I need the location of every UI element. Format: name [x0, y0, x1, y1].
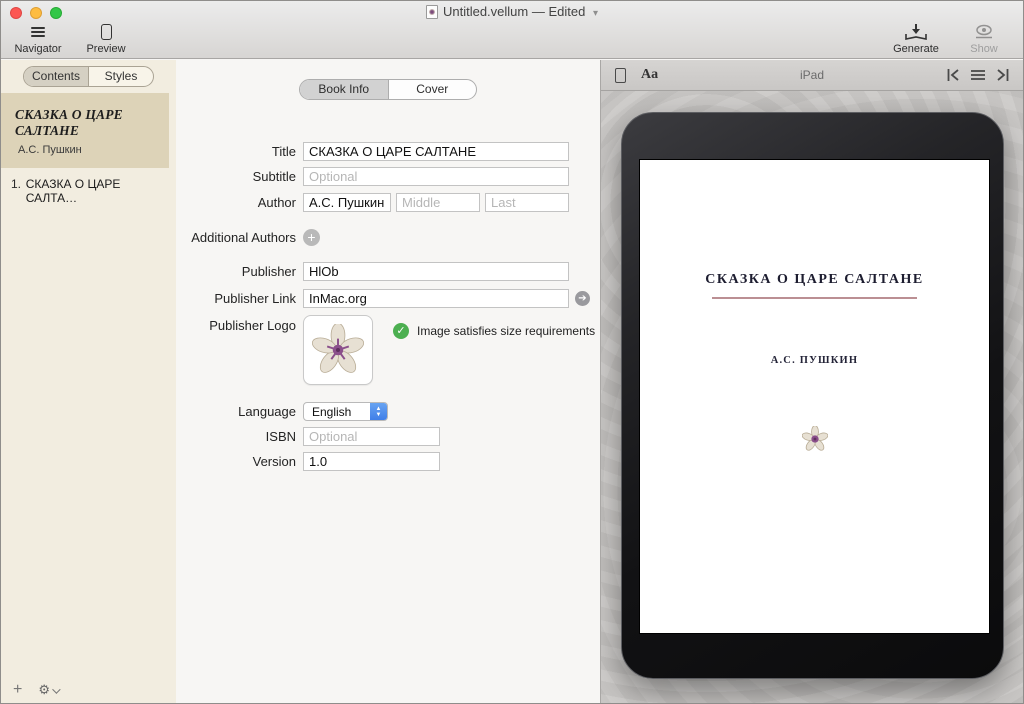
- title-label: Title: [176, 144, 296, 159]
- publisher-label: Publisher: [176, 264, 296, 279]
- publisher-logo-label: Publisher Logo: [176, 315, 296, 333]
- tab-contents[interactable]: Contents: [24, 67, 88, 86]
- titlebar-toolbar: Untitled.vellum — Edited ▾ Navigator Pre…: [1, 1, 1023, 59]
- document-icon: [426, 5, 438, 19]
- cover-title: СКАЗКА О ЦАРЕ САЛТАНЕ: [640, 160, 989, 288]
- logo-status: ✓ Image satisfies size requirements: [393, 323, 595, 339]
- window-title-filename: Untitled.vellum: [443, 4, 528, 19]
- sidebar-book-author: А.С. Пушкин: [18, 144, 159, 156]
- main-content: Contents Styles СКАЗКА О ЦАРЕ САЛТАНЕ А.…: [1, 60, 1023, 703]
- author-first-input[interactable]: [303, 193, 391, 212]
- cover-title-rule: [712, 297, 917, 299]
- check-circle-icon: ✓: [393, 323, 409, 339]
- publisher-input[interactable]: [303, 262, 569, 281]
- navigator-icon: [31, 25, 45, 39]
- window-title: Untitled.vellum — Edited ▾: [1, 4, 1023, 19]
- language-value: English: [304, 405, 370, 419]
- tab-styles[interactable]: Styles: [88, 67, 153, 86]
- popup-stepper-icon: ▲▼: [370, 402, 387, 421]
- version-input[interactable]: [303, 452, 440, 471]
- cover-author: А.С. ПУШКИН: [640, 355, 989, 366]
- skip-to-end-icon[interactable]: [996, 69, 1009, 81]
- window-title-status[interactable]: Edited: [548, 4, 585, 19]
- preview-icon: [101, 24, 112, 40]
- sidebar-chapter-item[interactable]: 1. СКАЗКА О ЦАРЕ САЛТА…: [1, 168, 169, 214]
- generate-label: Generate: [893, 43, 939, 55]
- title-input[interactable]: [303, 142, 569, 161]
- author-last-input[interactable]: [485, 193, 569, 212]
- navigator-button[interactable]: Navigator: [9, 23, 67, 55]
- subtitle-input[interactable]: [303, 167, 569, 186]
- arrow-right-icon: ➔: [578, 293, 586, 304]
- bookinfo-cover-segmented-control: Book Info Cover: [299, 79, 477, 100]
- generate-book-arrow-icon: [905, 24, 927, 41]
- sidebar-tab-strip: Contents Styles: [1, 60, 176, 93]
- preview-label: Preview: [86, 43, 125, 55]
- add-author-button[interactable]: +: [303, 229, 320, 246]
- chapter-number: 1.: [11, 177, 26, 205]
- preview-toolbar: Aa iPad: [601, 60, 1023, 91]
- logo-status-text: Image satisfies size requirements: [417, 324, 595, 338]
- book-info-panel: Book Info Cover Title Subtitle Author Ad…: [176, 60, 601, 703]
- chapter-title: СКАЗКА О ЦАРЕ САЛТА…: [26, 177, 163, 205]
- plus-icon: +: [307, 229, 315, 245]
- tab-book-info[interactable]: Book Info: [300, 80, 388, 99]
- preview-button[interactable]: Preview: [77, 23, 135, 55]
- author-middle-input[interactable]: [396, 193, 480, 212]
- publisher-logo-well[interactable]: [303, 315, 373, 385]
- sidebar-book-header[interactable]: СКАЗКА О ЦАРЕ САЛТАНЕ А.С. Пушкин: [1, 93, 169, 168]
- chapter-actions-button[interactable]: ⚙: [38, 681, 58, 699]
- subtitle-label: Subtitle: [176, 169, 296, 184]
- show-button[interactable]: Show: [955, 23, 1013, 55]
- show-label: Show: [970, 43, 998, 55]
- tab-cover[interactable]: Cover: [388, 80, 477, 99]
- cover-publisher-logo-flower: [802, 426, 828, 452]
- add-chapter-button[interactable]: +: [13, 682, 22, 698]
- sidebar-bottom-bar: + ⚙: [1, 677, 176, 703]
- publisher-link-input[interactable]: [303, 289, 569, 308]
- window-title-dash: —: [532, 4, 545, 19]
- isbn-label: ISBN: [176, 429, 296, 444]
- open-link-button[interactable]: ➔: [575, 291, 590, 306]
- language-popup[interactable]: English ▲▼: [303, 402, 388, 421]
- show-eye-icon: [974, 24, 994, 40]
- language-label: Language: [176, 404, 296, 419]
- preview-panel: Aa iPad: [601, 60, 1023, 703]
- isbn-input[interactable]: [303, 427, 440, 446]
- publisher-logo-flower-image: [312, 324, 364, 376]
- ipad-screen[interactable]: СКАЗКА О ЦАРЕ САЛТАНЕ А.С. ПУШКИН: [639, 159, 990, 634]
- navigator-label: Navigator: [14, 43, 61, 55]
- book-cover-page: СКАЗКА О ЦАРЕ САЛТАНЕ А.С. ПУШКИН: [640, 160, 989, 633]
- author-label: Author: [176, 195, 296, 210]
- title-chevron-icon[interactable]: ▾: [593, 8, 598, 19]
- table-of-contents-icon[interactable]: [971, 69, 985, 81]
- chevron-down-icon: [52, 685, 60, 693]
- preview-canvas: СКАЗКА О ЦАРЕ САЛТАНЕ А.С. ПУШКИН: [601, 91, 1023, 703]
- sidebar-segmented-control: Contents Styles: [23, 66, 154, 87]
- additional-authors-label: Additional Authors: [176, 230, 296, 245]
- skip-to-start-icon[interactable]: [947, 69, 960, 81]
- publisher-link-label: Publisher Link: [176, 291, 296, 306]
- sidebar-book-title: СКАЗКА О ЦАРЕ САЛТАНЕ: [15, 107, 159, 139]
- gear-icon: ⚙: [38, 682, 50, 697]
- version-label: Version: [176, 454, 296, 469]
- generate-button[interactable]: Generate: [887, 23, 945, 55]
- app-window: Untitled.vellum — Edited ▾ Navigator Pre…: [0, 0, 1024, 704]
- ipad-device-frame: СКАЗКА О ЦАРЕ САЛТАНЕ А.С. ПУШКИН: [621, 112, 1004, 679]
- sidebar: Contents Styles СКАЗКА О ЦАРЕ САЛТАНЕ А.…: [1, 60, 176, 703]
